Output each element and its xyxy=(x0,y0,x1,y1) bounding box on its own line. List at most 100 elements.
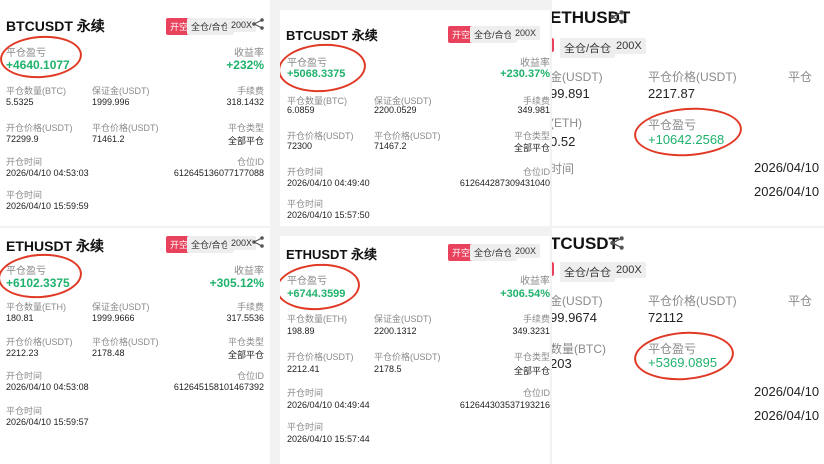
qty-value: 6.0859 xyxy=(287,105,315,115)
open-price-label: 开仓价格(USDT) xyxy=(6,123,73,133)
symbol-title: ETHUSDT 永续 xyxy=(286,247,378,262)
qty-value: 203 xyxy=(552,356,572,371)
qty-label: 数量(BTC) xyxy=(552,342,606,356)
close-price-value: 2178.5 xyxy=(374,364,402,374)
margin-mode-tag: 全仓/合仓 xyxy=(560,38,616,58)
close-type-value: 全部平仓 xyxy=(227,136,264,146)
qty-label: 平仓数量(BTC) xyxy=(6,86,66,96)
margin-value: 1999.996 xyxy=(92,97,130,107)
fee-label: 手续费 xyxy=(236,302,264,312)
fee-value: 349.981 xyxy=(517,105,550,115)
symbol-title: BTCUSDT 永续 xyxy=(6,18,105,34)
roi-value: +232% xyxy=(226,58,264,72)
position-id-value: 612645158101467392 xyxy=(173,382,264,392)
close-price-value: 72112 xyxy=(648,310,684,325)
open-tag-edge xyxy=(552,38,554,52)
fee-label: 手续费 xyxy=(236,86,264,96)
roi-label: 收益率 xyxy=(234,48,264,59)
open-price-label: 开仓价格(USDT) xyxy=(287,352,354,362)
qty-value: 0.52 xyxy=(552,134,576,149)
close-type-label: 平仓类型 xyxy=(227,123,264,133)
open-tag-edge xyxy=(552,262,554,276)
share-icon[interactable] xyxy=(252,236,264,248)
close-time-label: 平仓时间 xyxy=(287,199,324,209)
close-price-value: 2178.48 xyxy=(92,348,125,358)
leverage-tag: 200X xyxy=(511,244,541,258)
margin-mode-tag: 全仓/合仓 xyxy=(470,26,517,43)
position-id-value: 612645136077177088 xyxy=(173,168,264,178)
roi-value: +230.37% xyxy=(500,68,550,80)
leverage-tag: 200X xyxy=(612,262,646,278)
open-time-value: 2026/04/10 04:49:40 xyxy=(287,178,370,188)
open-time-value: 2026/04/10 04:49:44 xyxy=(287,400,370,410)
margin-label: 保证金(USDT) xyxy=(374,314,432,324)
qty-value: 198.89 xyxy=(287,326,315,336)
qty-value: 180.81 xyxy=(6,313,34,323)
margin-label: 金(USDT) xyxy=(552,70,603,84)
close-type-value: 全部平仓 xyxy=(513,366,550,376)
time-label: 时间 xyxy=(552,162,575,176)
open-price-value: 2212.41 xyxy=(287,364,320,374)
position-id-value: 612644303537193216 xyxy=(459,400,550,410)
open-time-label: 开仓时间 xyxy=(287,167,324,177)
position-id-label: 仓位ID xyxy=(236,157,264,167)
open-price-value: 72299.9 xyxy=(6,134,39,144)
edge-label: 平仓 xyxy=(788,70,813,84)
margin-value: 99.9674 xyxy=(552,310,597,325)
trade-card-btc-a: BTCUSDT 永续 开空 全仓/合仓 200X 平仓盈亏 +4640.1077… xyxy=(0,0,270,226)
symbol-title: BTCUSDT 永续 xyxy=(286,28,378,43)
fee-label: 手续费 xyxy=(522,314,550,324)
close-type-label: 平仓类型 xyxy=(513,352,550,362)
share-icon[interactable] xyxy=(610,10,624,24)
roi-label: 收益率 xyxy=(520,276,550,287)
open-price-value: 72300 xyxy=(287,141,313,151)
open-time-value: 2026/04/10 04:53:03 xyxy=(6,168,89,178)
close-price-label: 平仓价格(USDT) xyxy=(648,70,737,84)
open-price-label: 开仓价格(USDT) xyxy=(6,337,73,347)
share-icon[interactable] xyxy=(252,18,264,30)
edge-label: 平仓 xyxy=(788,294,813,308)
margin-value: 2200.0529 xyxy=(374,105,417,115)
margin-value: 2200.1312 xyxy=(374,326,417,336)
trade-card-btc-crop: TCUSDT 全仓/合仓 200X 金(USDT) 99.9674 平仓价格(U… xyxy=(552,228,824,464)
time-value: 2026/04/10 xyxy=(754,384,820,399)
close-price-label: 平仓价格(USDT) xyxy=(374,352,441,362)
close-time-label: 平仓时间 xyxy=(287,422,324,432)
qty-value: 5.5325 xyxy=(6,97,34,107)
roi-value: +306.54% xyxy=(500,288,550,300)
close-price-label: 平仓价格(USDT) xyxy=(92,337,159,347)
roi-label: 收益率 xyxy=(234,266,264,277)
leverage-tag: 200X xyxy=(612,38,646,54)
margin-mode-tag: 全仓/合仓 xyxy=(560,262,616,282)
margin-mode-tag: 全仓/合仓 xyxy=(470,244,517,261)
open-time-label: 开仓时间 xyxy=(287,388,324,398)
time2-value: 2026/04/10 xyxy=(754,408,820,423)
position-id-label: 仓位ID xyxy=(522,388,550,398)
close-type-value: 全部平仓 xyxy=(513,143,550,153)
time-value: 2026/04/10 xyxy=(754,160,820,175)
close-time-value: 2026/04/10 15:57:50 xyxy=(287,210,370,220)
margin-label: 保证金(USDT) xyxy=(92,86,150,96)
close-type-value: 全部平仓 xyxy=(227,350,264,360)
position-id-label: 仓位ID xyxy=(522,167,550,177)
close-time-label: 平仓时间 xyxy=(6,406,43,416)
fee-value: 317.5536 xyxy=(226,313,264,323)
close-time-value: 2026/04/10 15:59:57 xyxy=(6,417,89,427)
share-icon[interactable] xyxy=(610,236,624,250)
close-time-label: 平仓时间 xyxy=(6,190,43,200)
trade-card-eth-crop: ETHUSDT 全仓/合仓 200X 金(USDT) 99.891 平仓价格(U… xyxy=(552,0,824,226)
close-type-label: 平仓类型 xyxy=(227,337,264,347)
open-time-label: 开仓时间 xyxy=(6,157,43,167)
highlight-ring xyxy=(632,328,736,384)
close-price-value: 71461.2 xyxy=(92,134,125,144)
open-time-label: 开仓时间 xyxy=(6,371,43,381)
trade-card-eth-a: ETHUSDT 永续 开空 全仓/合仓 200X 平仓盈亏 +6102.3375… xyxy=(0,228,270,464)
highlight-ring xyxy=(632,104,744,160)
margin-label: 金(USDT) xyxy=(552,294,603,308)
leverage-tag: 200X xyxy=(511,26,541,40)
position-id-label: 仓位ID xyxy=(236,371,264,381)
close-price-label: 平仓价格(USDT) xyxy=(648,294,737,308)
qty-label: (ETH) xyxy=(552,116,582,130)
open-price-value: 2212.23 xyxy=(6,348,39,358)
close-time-value: 2026/04/10 15:59:59 xyxy=(6,201,89,211)
